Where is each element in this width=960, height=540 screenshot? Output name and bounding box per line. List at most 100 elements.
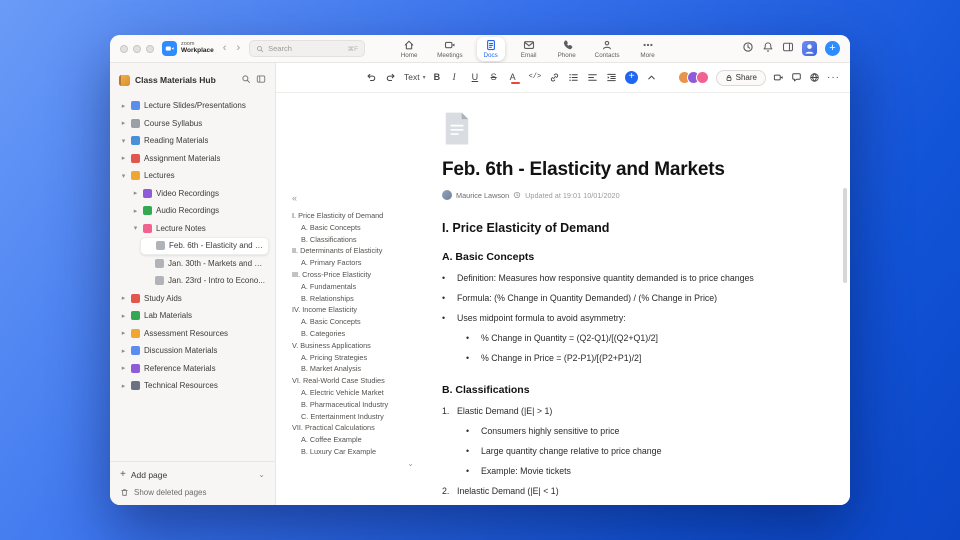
toc-item[interactable]: A. Primary Factors — [292, 257, 414, 269]
sidebar-toggle-icon[interactable] — [782, 40, 794, 58]
sidebar-item[interactable]: Lab Materials — [116, 307, 269, 325]
toc-item[interactable]: A. Coffee Example — [292, 434, 414, 446]
list-item[interactable]: 1. Elastic Demand (|E| > 1) — [442, 401, 844, 421]
text-style-dropdown[interactable]: Text ▾ — [404, 73, 426, 82]
toc-item[interactable]: A. Basic Concepts — [292, 316, 414, 328]
chevron-icon[interactable] — [120, 102, 127, 110]
toc-item[interactable]: B. Categories — [292, 328, 414, 340]
indent-button[interactable] — [606, 72, 617, 83]
user-avatar[interactable] — [802, 41, 817, 56]
toc-item[interactable]: III. Cross-Price Elasticity — [292, 269, 414, 281]
tab-docs[interactable]: Docs — [476, 36, 505, 61]
chevron-icon[interactable] — [120, 312, 127, 320]
chevron-icon[interactable] — [120, 347, 127, 355]
sidebar-item[interactable]: Study Aids — [116, 290, 269, 308]
show-deleted-pages-button[interactable]: Show deleted pages — [120, 488, 265, 497]
tab-home[interactable]: Home — [395, 37, 423, 61]
toc-item[interactable]: A. Basic Concepts — [292, 222, 414, 234]
toc-item[interactable]: A. Pricing Strategies — [292, 352, 414, 364]
sidebar-item[interactable]: Reference Materials — [116, 360, 269, 378]
subsection-heading[interactable]: A. Basic Concepts — [442, 251, 844, 263]
sidebar-item[interactable]: Discussion Materials — [116, 342, 269, 360]
chevron-icon[interactable] — [120, 119, 127, 127]
code-button[interactable]: </> — [529, 74, 542, 81]
bullet-list-button[interactable] — [568, 72, 579, 83]
toc-item[interactable]: VI. Real-World Case Studies — [292, 375, 414, 387]
toc-item[interactable]: A. Fundamentals — [292, 281, 414, 293]
toc-item[interactable]: B. Pharmaceutical Industry — [292, 399, 414, 411]
chevron-icon[interactable] — [120, 382, 127, 390]
list-item[interactable]: • Consumers highly sensitive to price — [466, 421, 844, 441]
sidebar-search-icon[interactable] — [241, 71, 251, 89]
list-item[interactable]: • Definition: Measures how responsive qu… — [442, 268, 844, 288]
link-button[interactable] — [549, 72, 560, 83]
tab-phone[interactable]: Phone — [553, 37, 581, 61]
sidebar-item[interactable]: Jan. 23rd - Intro to Econo... — [140, 272, 269, 290]
history-icon[interactable] — [742, 40, 754, 58]
collapse-outline-icon[interactable]: « — [292, 193, 414, 203]
text-color-button[interactable]: A — [510, 73, 521, 84]
outline-scroll-down-icon[interactable]: ⌄ — [292, 459, 414, 468]
chevron-icon[interactable] — [120, 329, 127, 337]
share-button[interactable]: Share — [715, 69, 766, 86]
zoom-window-button[interactable] — [146, 44, 154, 53]
list-item[interactable]: 2. Inelastic Demand (|E| < 1) — [442, 481, 844, 501]
toc-item[interactable]: A. Electric Vehicle Market — [292, 387, 414, 399]
sidebar-collapse-icon[interactable] — [256, 71, 266, 89]
list-item[interactable]: • % Change in Quantity = (Q2-Q1)/[(Q2+Q1… — [466, 328, 844, 348]
sidebar-item[interactable]: Technical Resources — [116, 377, 269, 395]
toc-item[interactable]: B. Luxury Car Example — [292, 446, 414, 458]
sidebar-item[interactable]: Assessment Resources — [116, 325, 269, 343]
sidebar-item[interactable]: Jan. 30th - Markets and P... — [140, 255, 269, 273]
search-input[interactable]: Search ⌘F — [249, 40, 366, 57]
align-button[interactable] — [587, 72, 598, 83]
sidebar-item[interactable]: Video Recordings — [128, 185, 269, 203]
back-button[interactable]: ‹ — [222, 43, 228, 54]
toc-item[interactable]: IV. Income Elasticity — [292, 304, 414, 316]
toc-item[interactable]: B. Classifications — [292, 234, 414, 246]
more-options-icon[interactable]: ··· — [827, 72, 840, 83]
redo-button[interactable] — [385, 72, 396, 83]
chevron-icon[interactable] — [132, 189, 139, 197]
list-item[interactable]: • % Change in Price = (P2-P1)/[(P2+P1)/2… — [466, 348, 844, 368]
toc-item[interactable]: I. Price Elasticity of Demand — [292, 210, 414, 222]
notifications-bell-icon[interactable] — [762, 40, 774, 58]
sidebar-item[interactable]: Lecture Slides/Presentations — [116, 97, 269, 115]
tab-meetings[interactable]: Meetings — [433, 37, 467, 61]
toc-item[interactable]: B. Relationships — [292, 293, 414, 305]
close-window-button[interactable] — [120, 44, 128, 53]
insert-block-button[interactable]: + — [625, 71, 639, 84]
toc-item[interactable]: II. Determinants of Elasticity — [292, 245, 414, 257]
italic-button[interactable]: I — [453, 73, 464, 82]
chevron-icon[interactable] — [120, 294, 127, 302]
minimize-window-button[interactable] — [133, 44, 141, 53]
sidebar-item[interactable]: Assignment Materials — [116, 150, 269, 168]
list-item[interactable]: • Example: Movie tickets — [466, 461, 844, 481]
list-item[interactable]: • Formula: (% Change in Quantity Demande… — [442, 288, 844, 308]
comments-icon[interactable] — [791, 72, 802, 83]
chevron-icon[interactable] — [120, 137, 127, 145]
sidebar-item[interactable]: Reading Materials — [116, 132, 269, 150]
undo-button[interactable] — [366, 72, 377, 83]
bold-button[interactable]: B — [434, 73, 445, 82]
document-content[interactable]: Feb. 6th - Elasticity and Markets Mauric… — [442, 93, 844, 501]
vertical-scrollbar[interactable] — [843, 188, 847, 283]
underline-button[interactable]: U — [472, 73, 483, 82]
toc-item[interactable]: V. Business Applications — [292, 340, 414, 352]
tab-more[interactable]: More — [634, 37, 662, 61]
toc-item[interactable]: C. Entertainment Industry — [292, 411, 414, 423]
tab-contacts[interactable]: Contacts — [591, 37, 624, 61]
list-item[interactable]: • Large quantity change relative to pric… — [466, 441, 844, 461]
language-globe-icon[interactable] — [809, 72, 820, 83]
subsection-heading[interactable]: B. Classifications — [442, 384, 844, 396]
tab-email[interactable]: Email — [515, 37, 543, 61]
chevron-icon[interactable] — [120, 172, 127, 180]
toc-item[interactable]: B. Market Analysis — [292, 363, 414, 375]
chevron-icon[interactable] — [120, 154, 127, 162]
document-canvas[interactable]: « I. Price Elasticity of Demand A. Basic… — [276, 93, 850, 505]
collapse-toolbar-chevron-icon[interactable] — [646, 72, 657, 83]
sidebar-item[interactable]: Lectures — [116, 167, 269, 185]
section-heading[interactable]: I. Price Elasticity of Demand — [442, 221, 844, 235]
sidebar-item[interactable]: Feb. 6th - Elasticity and M... — [140, 237, 269, 255]
add-page-button[interactable]: + Add page ⌄ — [120, 469, 265, 480]
